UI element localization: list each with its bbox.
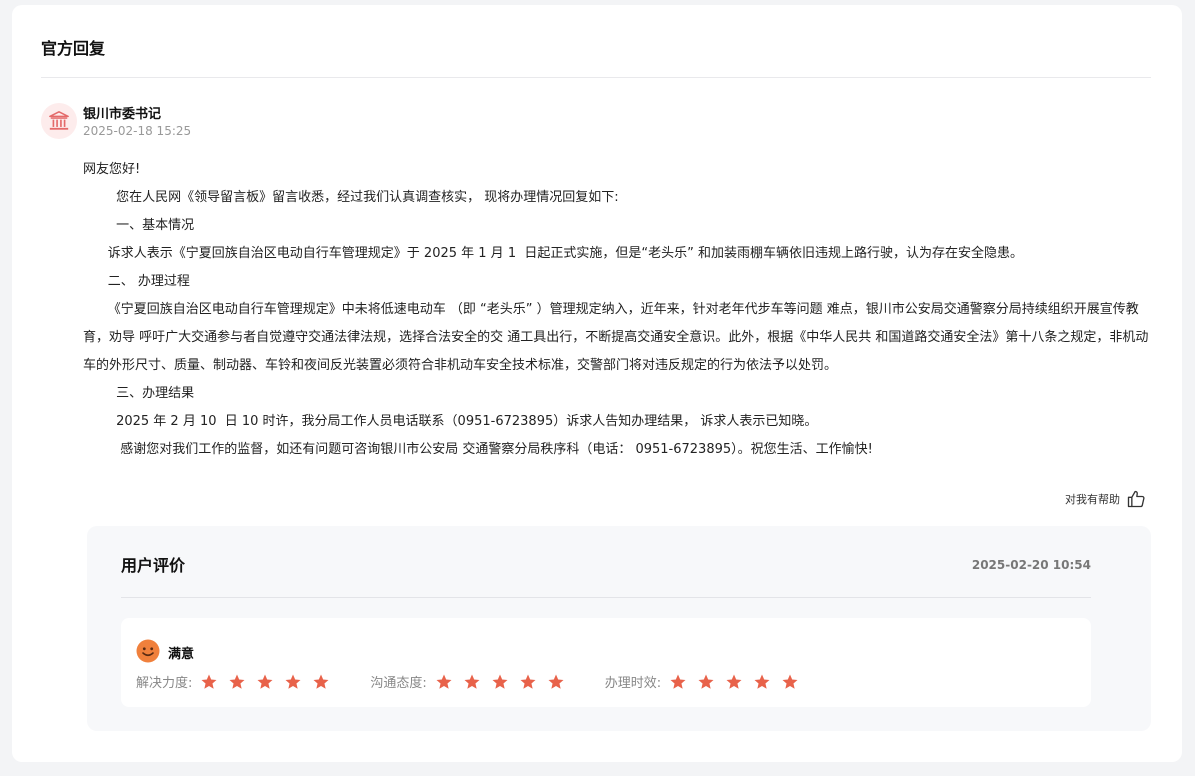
evaluation-detail: 满意 解决力度: 沟通态度: 办理时效:: [121, 618, 1091, 707]
rating-label: 沟通态度:: [370, 676, 427, 691]
rating-resolution: 解决力度:: [136, 672, 340, 691]
star-icon: [520, 674, 536, 689]
evaluation-divider: [121, 597, 1091, 598]
reply-paragraph: 三、办理结果: [83, 386, 195, 401]
star-icon: [201, 674, 217, 689]
user-evaluation-panel: 用户评价 2025-02-20 10:54 满意 解决力度: 沟通态度: 办理时…: [87, 526, 1151, 731]
star-icon: [782, 674, 798, 689]
rating-label: 解决力度:: [136, 676, 193, 691]
star-icon: [436, 674, 452, 689]
rating-communication: 沟通态度:: [370, 672, 574, 691]
section-title: 官方回复: [41, 39, 106, 58]
star-icon: [698, 674, 714, 689]
reply-paragraph: 诉求人表示《宁夏回族自治区电动自行车管理规定》于 2025 年 1 月 1 日起…: [83, 246, 1023, 261]
thumbs-up-icon: [1127, 490, 1145, 508]
star-icon: [464, 674, 480, 689]
satisfaction-label: 满意: [168, 647, 195, 662]
star-icon: [257, 674, 273, 689]
star-icon: [726, 674, 742, 689]
star-icon: [313, 674, 329, 689]
rating-label: 办理时效:: [604, 676, 662, 691]
reply-paragraph: 感谢您对我们工作的监督，如还有问题可咨询银川市公安局 交通警察分局秩序科（电话：…: [83, 442, 873, 457]
star-icon: [754, 674, 770, 689]
evaluation-timestamp: 2025-02-20 10:54: [971, 558, 1091, 572]
responder-name: 银川市委书记: [83, 107, 162, 122]
star-icon: [492, 674, 508, 689]
reply-paragraph: 二、 办理过程: [83, 274, 190, 289]
reply-paragraph: 网友您好!: [83, 162, 141, 177]
star-group: [669, 673, 809, 691]
header-divider: [41, 77, 1151, 78]
star-icon: [670, 674, 686, 689]
star-icon: [285, 674, 301, 689]
government-building-icon: [49, 111, 69, 130]
star-group: [435, 673, 575, 691]
ratings-row: 解决力度: 沟通态度: 办理时效:: [136, 672, 839, 691]
official-reply-card: 官方回复 银川市委书记 2025-02-18 15:25 网友您好! 您在人民网…: [12, 5, 1182, 762]
reply-paragraph: 2025 年 2 月 10 日 10 时许，我分局工作人员电话联系（0951-6…: [83, 414, 818, 429]
rating-timeliness: 办理时效:: [605, 672, 809, 691]
helpful-button[interactable]: 对我有帮助: [1065, 489, 1146, 509]
star-icon: [229, 674, 245, 689]
responder-avatar: [41, 103, 77, 139]
star-icon: [548, 674, 564, 689]
helpful-label: 对我有帮助: [1065, 493, 1120, 506]
evaluation-title: 用户评价: [121, 556, 186, 575]
reply-timestamp: 2025-02-18 15:25: [83, 124, 192, 138]
smiley-face-icon: [136, 639, 160, 663]
star-group: [200, 673, 340, 691]
reply-paragraph: 《宁夏回族自治区电动自行车管理规定》中未将低速电动车 （即 “老头乐” ）管理规…: [83, 302, 1149, 373]
reply-paragraph: 一、基本情况: [83, 218, 195, 233]
reply-paragraph: 您在人民网《领导留言板》留言收悉，经过我们认真调查核实， 现将办理情况回复如下:: [83, 190, 619, 205]
reply-content: 网友您好! 您在人民网《领导留言板》留言收悉，经过我们认真调查核实， 现将办理情…: [83, 156, 1153, 464]
